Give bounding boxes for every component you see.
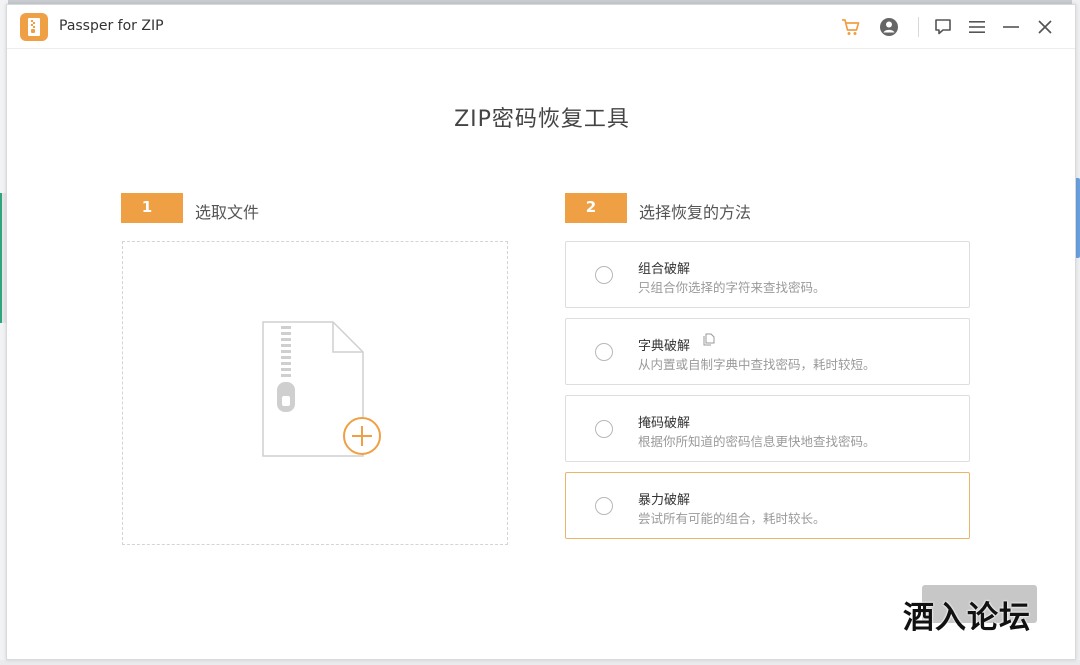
method-dictionary[interactable]: 字典破解 从内置或自制字典中查找密码，耗时较短。 <box>565 318 970 385</box>
method-desc: 尝试所有可能的组合，耗时较长。 <box>638 511 826 526</box>
minimize-icon[interactable] <box>999 15 1023 39</box>
step1-number: 1 <box>141 198 153 216</box>
method-title: 掩码破解 <box>638 416 691 431</box>
radio-dictionary[interactable] <box>595 343 613 361</box>
close-icon[interactable] <box>1033 15 1057 39</box>
step2-number: 2 <box>585 198 597 216</box>
step2-label: 选择恢复的方法 <box>639 203 752 222</box>
app-logo-icon <box>20 13 48 41</box>
step2-badge: 2 <box>565 193 627 223</box>
method-desc: 根据你所知道的密码信息更快地查找密码。 <box>638 434 876 449</box>
method-brute-force[interactable]: 暴力破解 尝试所有可能的组合，耗时较长。 <box>565 472 970 539</box>
method-title: 组合破解 <box>638 262 691 277</box>
account-icon[interactable] <box>877 15 901 39</box>
method-title: 暴力破解 <box>638 493 691 508</box>
file-drop-zone[interactable] <box>122 241 508 545</box>
menu-icon[interactable] <box>965 15 989 39</box>
step1-badge: 1 <box>121 193 183 223</box>
method-desc: 从内置或自制字典中查找密码，耗时较短。 <box>638 357 876 372</box>
radio-mask[interactable] <box>595 420 613 438</box>
method-combination[interactable]: 组合破解 只组合你选择的字符来查找密码。 <box>565 241 970 308</box>
watermark-text: 酒入论坛 <box>903 600 1031 636</box>
step1-label: 选取文件 <box>195 203 260 222</box>
app-window: Passper for ZIP ZIP密码恢复工具 1 选取文件 2 选择恢复的… <box>6 4 1076 660</box>
method-mask[interactable]: 掩码破解 根据你所知道的密码信息更快地查找密码。 <box>565 395 970 462</box>
feedback-icon[interactable] <box>931 15 955 39</box>
radio-combination[interactable] <box>595 266 613 284</box>
titlebar-divider <box>918 17 919 37</box>
cart-icon[interactable] <box>839 15 863 39</box>
method-title: 字典破解 <box>638 339 691 354</box>
app-title: Passper for ZIP <box>59 18 164 34</box>
title-bar: Passper for ZIP <box>7 5 1075 49</box>
page-title: ZIP密码恢复工具 <box>454 107 630 132</box>
background-app-bottom <box>0 660 1080 665</box>
copy-icon[interactable] <box>703 333 715 346</box>
method-desc: 只组合你选择的字符来查找密码。 <box>638 280 826 295</box>
radio-brute-force[interactable] <box>595 497 613 515</box>
zip-file-add-icon <box>262 321 381 457</box>
